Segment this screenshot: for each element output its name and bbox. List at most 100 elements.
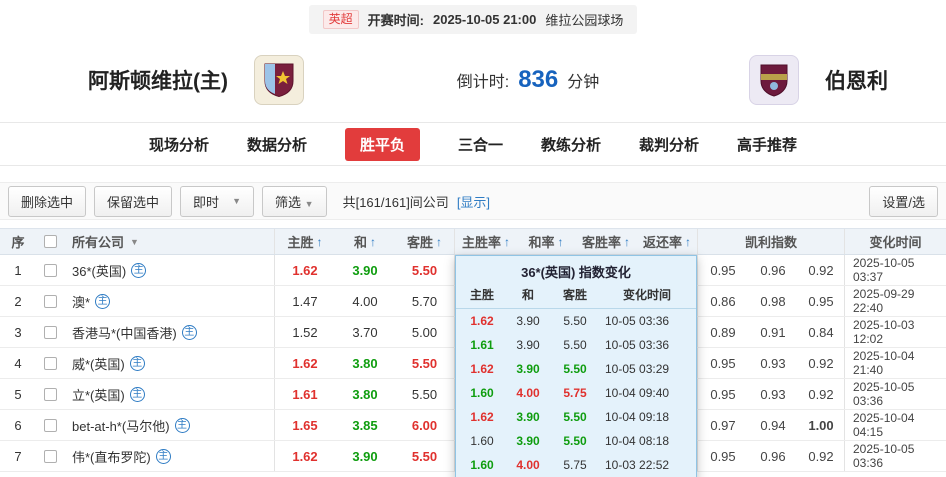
row-checkbox[interactable] bbox=[44, 388, 57, 401]
popup-home-odds: 1.62 bbox=[458, 362, 506, 376]
home-odds[interactable]: 1.47 bbox=[275, 286, 335, 316]
away-odds[interactable]: 5.00 bbox=[395, 317, 455, 347]
company-cell[interactable]: 36*(英国)主 bbox=[64, 255, 275, 285]
home-odds[interactable]: 1.61 bbox=[275, 379, 335, 409]
row-checkbox[interactable] bbox=[44, 450, 57, 463]
col-away-rate[interactable]: 客胜率 ↑ bbox=[575, 229, 637, 254]
col-draw-rate[interactable]: 和率 ↑ bbox=[517, 229, 575, 254]
home-odds[interactable]: 1.62 bbox=[275, 348, 335, 378]
tab-data-analysis[interactable]: 数据分析 bbox=[247, 134, 307, 155]
col-home-odds[interactable]: 主胜 ↑ bbox=[275, 229, 335, 254]
company-name: 立*(英国) bbox=[72, 385, 125, 404]
keep-selected-button[interactable]: 保留选中 bbox=[94, 186, 172, 217]
change-time: 2025-10-05 03:37 bbox=[845, 255, 946, 285]
sort-up-icon: ↑ bbox=[558, 235, 564, 249]
match-info-bar: 英超 开赛时间: 2025-10-05 21:00 维拉公园球场 bbox=[0, 0, 946, 38]
sort-up-icon: ↑ bbox=[317, 235, 323, 249]
kelly-value: 0.95 bbox=[698, 379, 748, 409]
kelly-value: 0.96 bbox=[748, 441, 798, 471]
row-index: 5 bbox=[0, 379, 36, 409]
tab-live-analysis[interactable]: 现场分析 bbox=[149, 134, 209, 155]
home-crest-icon bbox=[262, 62, 296, 98]
kelly-value: 0.92 bbox=[798, 379, 845, 409]
away-odds[interactable]: 5.50 bbox=[395, 441, 455, 471]
draw-odds[interactable]: 4.00 bbox=[335, 286, 395, 316]
home-odds[interactable]: 1.62 bbox=[275, 441, 335, 471]
kickoff-time: 2025-10-05 21:00 bbox=[433, 12, 536, 27]
row-select-cell bbox=[36, 255, 64, 285]
row-checkbox[interactable] bbox=[44, 264, 57, 277]
company-filter-arrow-icon[interactable]: ▼ bbox=[130, 237, 139, 247]
popup-row: 1.613.905.5010-05 03:36 bbox=[456, 333, 696, 357]
sort-up-icon: ↑ bbox=[504, 235, 510, 249]
tab-three-in-one[interactable]: 三合一 bbox=[458, 134, 503, 155]
home-mark-icon: 主 bbox=[182, 325, 197, 340]
col-away-odds[interactable]: 客胜 ↑ bbox=[395, 229, 455, 254]
popup-home-odds: 1.62 bbox=[458, 314, 506, 328]
filter-dropdown[interactable]: 筛选 ▼ bbox=[262, 186, 327, 217]
kelly-value: 0.98 bbox=[748, 286, 798, 316]
row-index: 2 bbox=[0, 286, 36, 316]
select-all-checkbox[interactable] bbox=[44, 235, 57, 248]
row-checkbox[interactable] bbox=[44, 326, 57, 339]
sort-up-icon: ↑ bbox=[685, 235, 691, 249]
tab-referee-analysis[interactable]: 裁判分析 bbox=[639, 134, 699, 155]
draw-odds[interactable]: 3.80 bbox=[335, 379, 395, 409]
home-team-name: 阿斯顿维拉(主) bbox=[88, 65, 228, 95]
tab-coach-analysis[interactable]: 教练分析 bbox=[541, 134, 601, 155]
select-all-cell bbox=[36, 229, 64, 254]
home-odds[interactable]: 1.52 bbox=[275, 317, 335, 347]
home-odds[interactable]: 1.62 bbox=[275, 255, 335, 285]
tab-expert-picks[interactable]: 高手推荐 bbox=[737, 134, 797, 155]
company-cell[interactable]: bet-at-h*(马尔他)主 bbox=[64, 410, 275, 440]
popup-home-odds: 1.62 bbox=[458, 410, 506, 424]
draw-odds[interactable]: 3.80 bbox=[335, 348, 395, 378]
company-name: 澳* bbox=[72, 292, 90, 311]
row-select-cell bbox=[36, 348, 64, 378]
countdown: 倒计时: 836 分钟 bbox=[457, 66, 600, 94]
col-away-rate-label: 客胜率 bbox=[582, 232, 621, 251]
away-odds[interactable]: 6.00 bbox=[395, 410, 455, 440]
away-odds[interactable]: 5.50 bbox=[395, 379, 455, 409]
col-draw-odds[interactable]: 和 ↑ bbox=[335, 229, 395, 254]
row-checkbox[interactable] bbox=[44, 419, 57, 432]
away-team-name: 伯恩利 bbox=[825, 65, 888, 95]
company-cell[interactable]: 澳*主 bbox=[64, 286, 275, 316]
league-badge[interactable]: 英超 bbox=[323, 10, 359, 29]
company-cell[interactable]: 威*(英国)主 bbox=[64, 348, 275, 378]
col-company[interactable]: 所有公司 ▼ bbox=[64, 229, 275, 254]
company-name: 伟*(直布罗陀) bbox=[72, 447, 151, 466]
show-link[interactable]: [显示] bbox=[457, 192, 490, 211]
delete-selected-button[interactable]: 删除选中 bbox=[8, 186, 86, 217]
draw-odds[interactable]: 3.70 bbox=[335, 317, 395, 347]
venue-name: 维拉公园球场 bbox=[545, 10, 623, 29]
draw-odds[interactable]: 3.90 bbox=[335, 441, 395, 471]
match-info-box: 英超 开赛时间: 2025-10-05 21:00 维拉公园球场 bbox=[309, 5, 638, 34]
kelly-value: 0.92 bbox=[798, 441, 845, 471]
popup-draw-odds: 3.90 bbox=[506, 338, 550, 352]
draw-odds[interactable]: 3.85 bbox=[335, 410, 395, 440]
company-cell[interactable]: 伟*(直布罗陀)主 bbox=[64, 441, 275, 471]
odds-comparison-page: 英超 开赛时间: 2025-10-05 21:00 维拉公园球场 阿斯顿维拉(主… bbox=[0, 0, 946, 477]
row-checkbox[interactable] bbox=[44, 357, 57, 370]
draw-odds[interactable]: 3.90 bbox=[335, 255, 395, 285]
settings-button[interactable]: 设置/选 bbox=[869, 186, 938, 217]
kelly-value: 0.95 bbox=[798, 286, 845, 316]
tab-win-draw-lose[interactable]: 胜平负 bbox=[345, 128, 420, 161]
company-cell[interactable]: 香港马*(中国香港)主 bbox=[64, 317, 275, 347]
row-checkbox[interactable] bbox=[44, 295, 57, 308]
popup-draw-odds: 3.90 bbox=[506, 410, 550, 424]
company-cell[interactable]: 立*(英国)主 bbox=[64, 379, 275, 409]
col-home-rate[interactable]: 主胜率 ↑ bbox=[455, 229, 517, 254]
col-index: 序 bbox=[0, 229, 36, 254]
col-change-time[interactable]: 变化时间 bbox=[845, 229, 946, 254]
col-return-rate[interactable]: 返还率 ↑ bbox=[637, 229, 698, 254]
kelly-value: 0.92 bbox=[798, 348, 845, 378]
change-time: 2025-10-04 04:15 bbox=[845, 410, 946, 440]
col-kelly[interactable]: 凯利指数 bbox=[698, 229, 845, 254]
time-mode-dropdown[interactable]: 即时 ▼ bbox=[180, 186, 254, 217]
away-odds[interactable]: 5.70 bbox=[395, 286, 455, 316]
away-odds[interactable]: 5.50 bbox=[395, 348, 455, 378]
away-odds[interactable]: 5.50 bbox=[395, 255, 455, 285]
home-odds[interactable]: 1.65 bbox=[275, 410, 335, 440]
